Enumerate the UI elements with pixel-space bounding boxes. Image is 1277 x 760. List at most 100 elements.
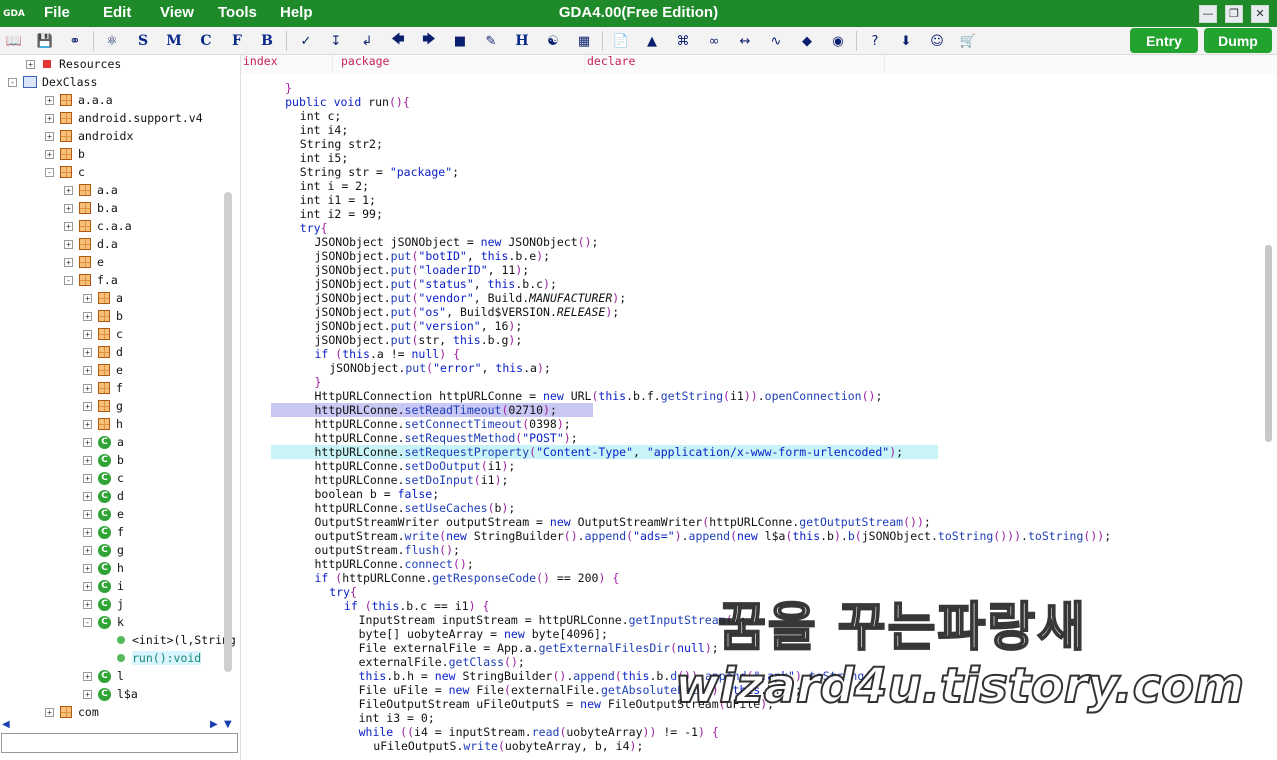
tree-item[interactable]: + a (83, 289, 123, 307)
code-line[interactable]: String str = "package"; (241, 165, 1261, 179)
code-line[interactable]: httpURLConne.setReadTimeout(02710); (241, 403, 1261, 417)
download-arrow-icon[interactable]: ↧ (325, 31, 347, 51)
menu-edit[interactable]: Edit (103, 4, 131, 21)
scroll-right-icon[interactable]: ▶ (210, 719, 218, 730)
expand-icon[interactable]: + (83, 401, 92, 411)
code-line[interactable]: HttpURLConnection httpURLConne = new URL… (241, 389, 1261, 403)
expand-icon[interactable]: + (83, 347, 92, 357)
tree-item[interactable]: - DexClass (8, 73, 97, 91)
expand-icon[interactable]: + (83, 527, 92, 537)
tree-icon[interactable]: ☯ (542, 31, 564, 51)
collapse-icon[interactable]: - (8, 77, 17, 87)
menu-tools[interactable]: Tools (218, 4, 257, 21)
help-icon[interactable]: ? (864, 31, 886, 51)
tree-horizontal-scrollbar[interactable]: ◀ ▶ ▼ (0, 716, 238, 732)
user-icon[interactable]: ☺ (926, 31, 948, 51)
hex-button[interactable]: H (511, 31, 533, 51)
tab-declare[interactable]: declare (585, 55, 885, 74)
tree-item[interactable]: + Cc (83, 469, 124, 487)
check-icon[interactable]: ✓ (295, 31, 317, 51)
code-line[interactable]: httpURLConne.setConnectTimeout(0398); (241, 417, 1261, 431)
code-line[interactable]: OutputStreamWriter outputStream = new Ou… (241, 515, 1261, 529)
command-icon[interactable]: ⌘ (672, 31, 694, 51)
tree-item[interactable]: + a.a (64, 181, 118, 199)
strings-button[interactable]: S (132, 31, 154, 51)
swap-icon[interactable]: ↔ (734, 31, 756, 51)
expand-icon[interactable]: + (83, 419, 92, 429)
forward-arrow-icon[interactable]: 🡆 (418, 31, 440, 51)
code-line[interactable]: boolean b = false; (241, 487, 1261, 501)
xml-icon[interactable]: 📄 (610, 31, 632, 51)
code-line[interactable]: while ((i4 = inputStream.read(uobyteArra… (241, 725, 1261, 739)
code-line[interactable]: int i1 = 1; (241, 193, 1261, 207)
tree-item[interactable]: + Ca (83, 433, 124, 451)
tree-item[interactable]: + android.support.v4 (45, 109, 203, 127)
expand-icon[interactable]: + (45, 149, 54, 159)
search-icon[interactable]: ⚛ (101, 31, 123, 51)
code-line[interactable]: jSONObject.put("version", 16); (241, 319, 1261, 333)
expand-icon[interactable]: + (83, 311, 92, 321)
code-line[interactable]: jSONObject.put("status", this.b.c); (241, 277, 1261, 291)
expand-icon[interactable]: + (83, 563, 92, 573)
expand-icon[interactable]: + (83, 491, 92, 501)
tree-item[interactable]: run():void (102, 649, 202, 667)
expand-icon[interactable]: + (83, 329, 92, 339)
code-line[interactable]: int i5; (241, 151, 1261, 165)
tree-item[interactable]: + f (83, 379, 123, 397)
code-line[interactable]: jSONObject.put(str, this.b.g); (241, 333, 1261, 347)
tree-search-input[interactable] (1, 733, 238, 753)
expand-icon[interactable]: + (83, 383, 92, 393)
expand-icon[interactable]: + (83, 581, 92, 591)
code-line[interactable]: httpURLConne.setDoOutput(i1); (241, 459, 1261, 473)
expand-icon[interactable]: + (83, 671, 92, 681)
tree-item[interactable]: + Resources (26, 55, 121, 73)
expand-icon[interactable]: + (83, 365, 92, 375)
tree-item[interactable]: + Cl (83, 667, 124, 685)
tree-item[interactable]: - f.a (64, 271, 118, 289)
expand-icon[interactable]: + (83, 599, 92, 609)
code-line[interactable]: jSONObject.put("vendor", Build.MANUFACTU… (241, 291, 1261, 305)
save-icon[interactable]: 💾 (34, 31, 56, 51)
tree-vertical-scrollbar[interactable] (224, 192, 232, 672)
cart-icon[interactable]: 🛒 (957, 31, 979, 51)
tree-item[interactable]: + e (64, 253, 104, 271)
tree-item[interactable]: + h (83, 415, 123, 433)
globe-icon[interactable]: ◉ (827, 31, 849, 51)
code-line[interactable]: } (241, 81, 1261, 95)
scroll-left-icon[interactable]: ◀ (2, 719, 10, 730)
tab-package[interactable]: package (339, 55, 585, 74)
methods-button[interactable]: M (163, 31, 185, 51)
link-icon[interactable]: ∞ (703, 31, 725, 51)
tree-item[interactable]: + Cb (83, 451, 124, 469)
tree-item[interactable]: + c.a.a (64, 217, 132, 235)
tree-item[interactable]: + d.a (64, 235, 118, 253)
tree-item[interactable]: + Cf (83, 523, 124, 541)
tree-item[interactable]: + a.a.a (45, 91, 113, 109)
code-line[interactable]: int c; (241, 109, 1261, 123)
expand-icon[interactable]: + (64, 221, 73, 231)
expand-icon[interactable]: + (26, 59, 35, 69)
code-line[interactable]: int i4; (241, 123, 1261, 137)
decrypt-icon[interactable]: ◆ (796, 31, 818, 51)
expand-icon[interactable]: + (83, 545, 92, 555)
tree-item[interactable]: + c (83, 325, 123, 343)
code-line[interactable]: } (241, 375, 1261, 389)
code-line[interactable]: httpURLConne.setRequestProperty("Content… (241, 445, 1261, 459)
classes-button[interactable]: C (195, 31, 217, 51)
expand-icon[interactable]: + (83, 473, 92, 483)
tree-item[interactable]: + Cg (83, 541, 124, 559)
code-line[interactable]: httpURLConne.setDoInput(i1); (241, 473, 1261, 487)
code-line[interactable]: httpURLConne.setRequestMethod("POST"); (241, 431, 1261, 445)
code-line[interactable]: String str2; (241, 137, 1261, 151)
tab-index[interactable]: index (241, 55, 333, 74)
expand-icon[interactable]: + (45, 95, 54, 105)
tree-item[interactable]: + b (45, 145, 85, 163)
back-arrow-icon[interactable]: 🡄 (387, 31, 409, 51)
tree-item[interactable]: + d (83, 343, 123, 361)
tree-item[interactable]: -c (45, 163, 85, 181)
collapse-icon[interactable]: - (83, 617, 92, 627)
return-icon[interactable]: ↲ (356, 31, 378, 51)
open-book-icon[interactable]: 📖 (3, 31, 25, 51)
code-line[interactable]: int i = 2; (241, 179, 1261, 193)
code-line[interactable]: if (httpURLConne.getResponseCode() == 20… (241, 571, 1261, 585)
